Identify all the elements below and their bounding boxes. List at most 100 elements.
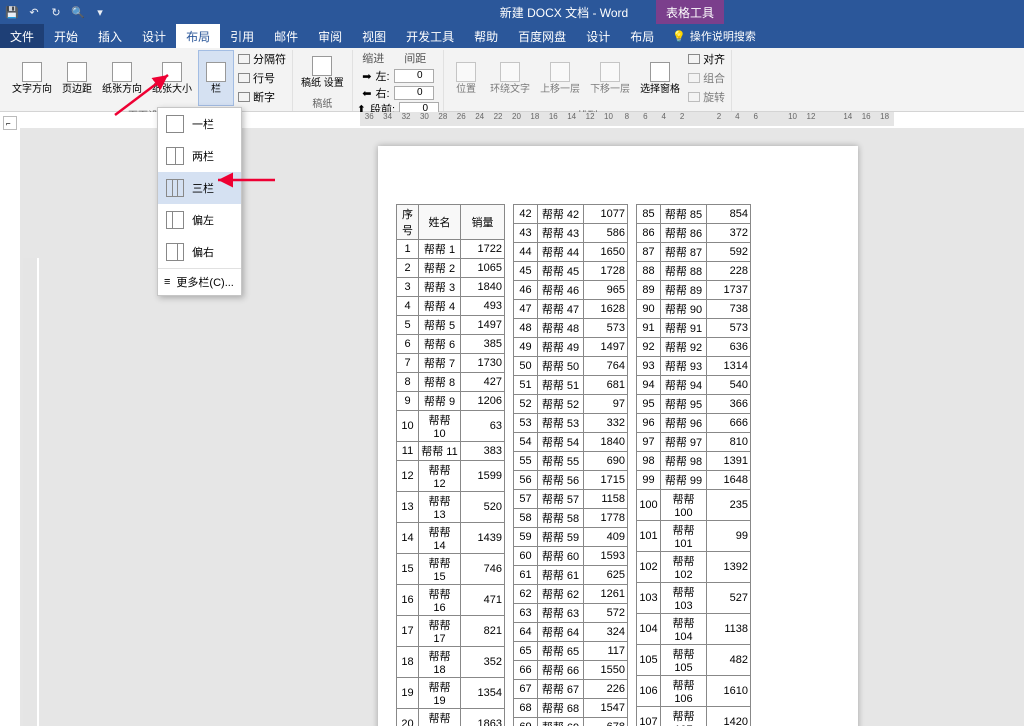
data-table-2[interactable]: 42帮帮 42107743帮帮 4358644帮帮 44165045帮帮 451…: [513, 204, 628, 726]
table-row[interactable]: 61帮帮 61625: [514, 566, 628, 585]
table-row[interactable]: 88帮帮 88228: [637, 262, 751, 281]
table-row[interactable]: 64帮帮 64324: [514, 623, 628, 642]
table-row[interactable]: 94帮帮 94540: [637, 376, 751, 395]
data-table-1[interactable]: 序 号姓名销量1帮帮 117222帮帮 210653帮帮 318404帮帮 44…: [396, 204, 505, 726]
table-row[interactable]: 97帮帮 97810: [637, 433, 751, 452]
tab-home[interactable]: 开始: [44, 24, 88, 48]
table-row[interactable]: 89帮帮 891737: [637, 281, 751, 300]
tab-layout[interactable]: 布局: [176, 24, 220, 48]
tab-baidu[interactable]: 百度网盘: [508, 24, 576, 48]
table-row[interactable]: 66帮帮 661550: [514, 661, 628, 680]
table-row[interactable]: 47帮帮 471628: [514, 300, 628, 319]
table-row[interactable]: 105帮帮 105482: [637, 645, 751, 676]
tab-mailings[interactable]: 邮件: [264, 24, 308, 48]
table-row[interactable]: 11帮帮 11383: [397, 442, 505, 461]
table-row[interactable]: 104帮帮 1041138: [637, 614, 751, 645]
table-row[interactable]: 96帮帮 96666: [637, 414, 751, 433]
table-row[interactable]: 56帮帮 561715: [514, 471, 628, 490]
table-row[interactable]: 15帮帮 15746: [397, 554, 505, 585]
text-direction-button[interactable]: 文字方向: [8, 50, 56, 106]
table-row[interactable]: 2帮帮 21065: [397, 259, 505, 278]
tab-ctx-layout[interactable]: 布局: [620, 24, 664, 48]
tab-file[interactable]: 文件: [0, 24, 44, 48]
table-row[interactable]: 7帮帮 71730: [397, 354, 505, 373]
table-row[interactable]: 106帮帮 1061610: [637, 676, 751, 707]
columns-more[interactable]: ≡更多栏(C)...: [158, 269, 241, 295]
tab-references[interactable]: 引用: [220, 24, 264, 48]
table-row[interactable]: 48帮帮 48573: [514, 319, 628, 338]
table-row[interactable]: 62帮帮 621261: [514, 585, 628, 604]
table-row[interactable]: 107帮帮 1071420: [637, 707, 751, 726]
table-row[interactable]: 63帮帮 63572: [514, 604, 628, 623]
table-row[interactable]: 95帮帮 95366: [637, 395, 751, 414]
table-row[interactable]: 92帮帮 92636: [637, 338, 751, 357]
table-row[interactable]: 49帮帮 491497: [514, 338, 628, 357]
tab-developer[interactable]: 开发工具: [396, 24, 464, 48]
table-row[interactable]: 54帮帮 541840: [514, 433, 628, 452]
manuscript-button[interactable]: 稿纸 设置: [297, 50, 348, 94]
breaks-button[interactable]: 分隔符: [236, 50, 288, 68]
table-row[interactable]: 18帮帮 18352: [397, 647, 505, 678]
qat-more-icon[interactable]: ▾: [92, 4, 108, 20]
indent-left-input[interactable]: 0: [394, 69, 434, 83]
table-row[interactable]: 103帮帮 103527: [637, 583, 751, 614]
table-row[interactable]: 42帮帮 421077: [514, 205, 628, 224]
table-row[interactable]: 44帮帮 441650: [514, 243, 628, 262]
table-row[interactable]: 58帮帮 581778: [514, 509, 628, 528]
table-row[interactable]: 55帮帮 55690: [514, 452, 628, 471]
indent-right-input[interactable]: 0: [394, 86, 434, 100]
margins-button[interactable]: 页边距: [58, 50, 96, 106]
table-row[interactable]: 12帮帮 121599: [397, 461, 505, 492]
columns-right[interactable]: 偏右: [158, 236, 241, 268]
columns-button[interactable]: 栏: [198, 50, 234, 106]
columns-two[interactable]: 两栏: [158, 140, 241, 172]
table-row[interactable]: 91帮帮 91573: [637, 319, 751, 338]
tab-help[interactable]: 帮助: [464, 24, 508, 48]
table-row[interactable]: 68帮帮 681547: [514, 699, 628, 718]
position-button[interactable]: 位置: [448, 50, 484, 106]
table-row[interactable]: 19帮帮 191354: [397, 678, 505, 709]
save-icon[interactable]: 💾: [4, 4, 20, 20]
rotate-button[interactable]: 旋转: [686, 88, 727, 106]
redo-icon[interactable]: ↻: [48, 4, 64, 20]
table-row[interactable]: 50帮帮 50764: [514, 357, 628, 376]
print-preview-icon[interactable]: 🔍: [70, 4, 86, 20]
vertical-ruler[interactable]: [23, 258, 39, 726]
table-row[interactable]: 102帮帮 1021392: [637, 552, 751, 583]
table-row[interactable]: 10帮帮 1063: [397, 411, 505, 442]
table-row[interactable]: 16帮帮 16471: [397, 585, 505, 616]
table-row[interactable]: 45帮帮 451728: [514, 262, 628, 281]
table-row[interactable]: 3帮帮 31840: [397, 278, 505, 297]
columns-left[interactable]: 偏左: [158, 204, 241, 236]
line-numbers-button[interactable]: 行号: [236, 69, 288, 87]
table-row[interactable]: 99帮帮 991648: [637, 471, 751, 490]
tell-me-search[interactable]: 💡 操作说明搜索: [664, 24, 764, 48]
table-row[interactable]: 8帮帮 8427: [397, 373, 505, 392]
table-row[interactable]: 53帮帮 53332: [514, 414, 628, 433]
table-row[interactable]: 101帮帮 10199: [637, 521, 751, 552]
table-row[interactable]: 20帮帮 201863: [397, 709, 505, 726]
tab-selector[interactable]: ⌐: [3, 116, 17, 130]
tab-design[interactable]: 设计: [132, 24, 176, 48]
tab-ctx-design[interactable]: 设计: [576, 24, 620, 48]
table-row[interactable]: 9帮帮 91206: [397, 392, 505, 411]
table-row[interactable]: 46帮帮 46965: [514, 281, 628, 300]
tab-insert[interactable]: 插入: [88, 24, 132, 48]
table-row[interactable]: 85帮帮 85854: [637, 205, 751, 224]
table-row[interactable]: 59帮帮 59409: [514, 528, 628, 547]
hyphenation-button[interactable]: 断字: [236, 88, 288, 106]
data-table-3[interactable]: 85帮帮 8585486帮帮 8637287帮帮 8759288帮帮 88228…: [636, 204, 751, 726]
table-row[interactable]: 4帮帮 4493: [397, 297, 505, 316]
tab-view[interactable]: 视图: [352, 24, 396, 48]
table-row[interactable]: 5帮帮 51497: [397, 316, 505, 335]
tab-review[interactable]: 审阅: [308, 24, 352, 48]
forward-button[interactable]: 上移一层: [536, 50, 584, 106]
align-button[interactable]: 对齐: [686, 50, 727, 68]
backward-button[interactable]: 下移一层: [586, 50, 634, 106]
wrap-button[interactable]: 环绕文字: [486, 50, 534, 106]
table-row[interactable]: 14帮帮 141439: [397, 523, 505, 554]
table-row[interactable]: 60帮帮 601593: [514, 547, 628, 566]
table-row[interactable]: 43帮帮 43586: [514, 224, 628, 243]
table-row[interactable]: 1帮帮 11722: [397, 240, 505, 259]
table-row[interactable]: 51帮帮 51681: [514, 376, 628, 395]
